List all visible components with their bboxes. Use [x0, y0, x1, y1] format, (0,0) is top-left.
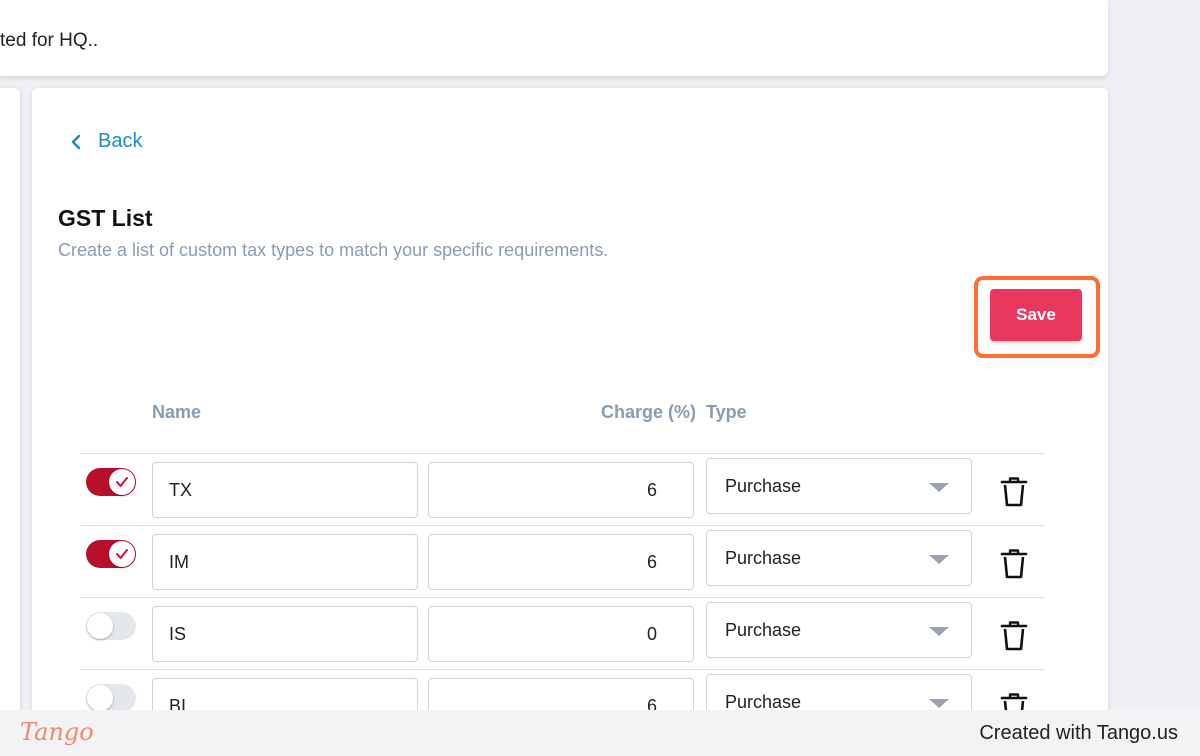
enable-toggle[interactable] — [86, 684, 136, 712]
top-banner: ted for HQ.. — [0, 0, 1108, 76]
top-banner-text: ted for HQ.. — [0, 30, 99, 51]
type-select-value: Purchase — [725, 619, 802, 640]
footer-credit: Created with Tango.us — [979, 722, 1178, 744]
table-row: Purchase — [80, 454, 1044, 526]
charge-percent-input[interactable] — [428, 534, 694, 590]
footer-bar: Tango Created with Tango.us — [0, 710, 1200, 756]
toggle-knob — [109, 541, 135, 567]
trash-icon[interactable] — [1000, 476, 1028, 508]
tax-name-input[interactable] — [152, 606, 418, 662]
type-select[interactable]: Purchase — [706, 602, 972, 658]
enable-toggle[interactable] — [86, 540, 136, 568]
caret-down-icon — [929, 627, 949, 636]
back-label: Back — [98, 130, 143, 152]
tax-name-input[interactable] — [152, 462, 418, 518]
type-select[interactable]: Purchase — [706, 530, 972, 586]
column-header-charge: Charge (%) — [600, 402, 696, 422]
chevron-left-icon — [71, 134, 81, 149]
caret-down-icon — [929, 555, 949, 564]
charge-percent-input[interactable] — [428, 606, 694, 662]
table-row: Purchase — [80, 526, 1044, 598]
tax-name-input[interactable] — [152, 534, 418, 590]
tango-logo: Tango — [20, 718, 94, 746]
type-select[interactable]: Purchase — [706, 458, 972, 514]
back-link[interactable]: Back — [68, 130, 142, 153]
left-panel-edge — [0, 88, 20, 728]
enable-toggle[interactable] — [86, 468, 136, 496]
enable-toggle[interactable] — [86, 612, 136, 640]
caret-down-icon — [929, 699, 949, 708]
check-icon — [116, 477, 128, 487]
save-button[interactable]: Save — [990, 289, 1082, 341]
page-title: GST List — [58, 205, 153, 231]
check-icon — [116, 549, 128, 559]
type-select-value: Purchase — [725, 547, 802, 568]
column-header-type: Type — [706, 402, 747, 422]
table-row: Purchase — [80, 598, 1044, 670]
toggle-knob — [87, 685, 113, 711]
page-subtitle: Create a list of custom tax types to mat… — [58, 240, 609, 260]
toggle-knob — [109, 469, 135, 495]
toggle-knob — [87, 613, 113, 639]
charge-percent-input[interactable] — [428, 462, 694, 518]
type-select-value: Purchase — [725, 475, 802, 496]
gst-list-card: Back GST List Create a list of custom ta… — [32, 88, 1108, 728]
column-header-name: Name — [152, 402, 202, 422]
trash-icon[interactable] — [1000, 620, 1028, 652]
caret-down-icon — [929, 483, 949, 492]
trash-icon[interactable] — [1000, 548, 1028, 580]
